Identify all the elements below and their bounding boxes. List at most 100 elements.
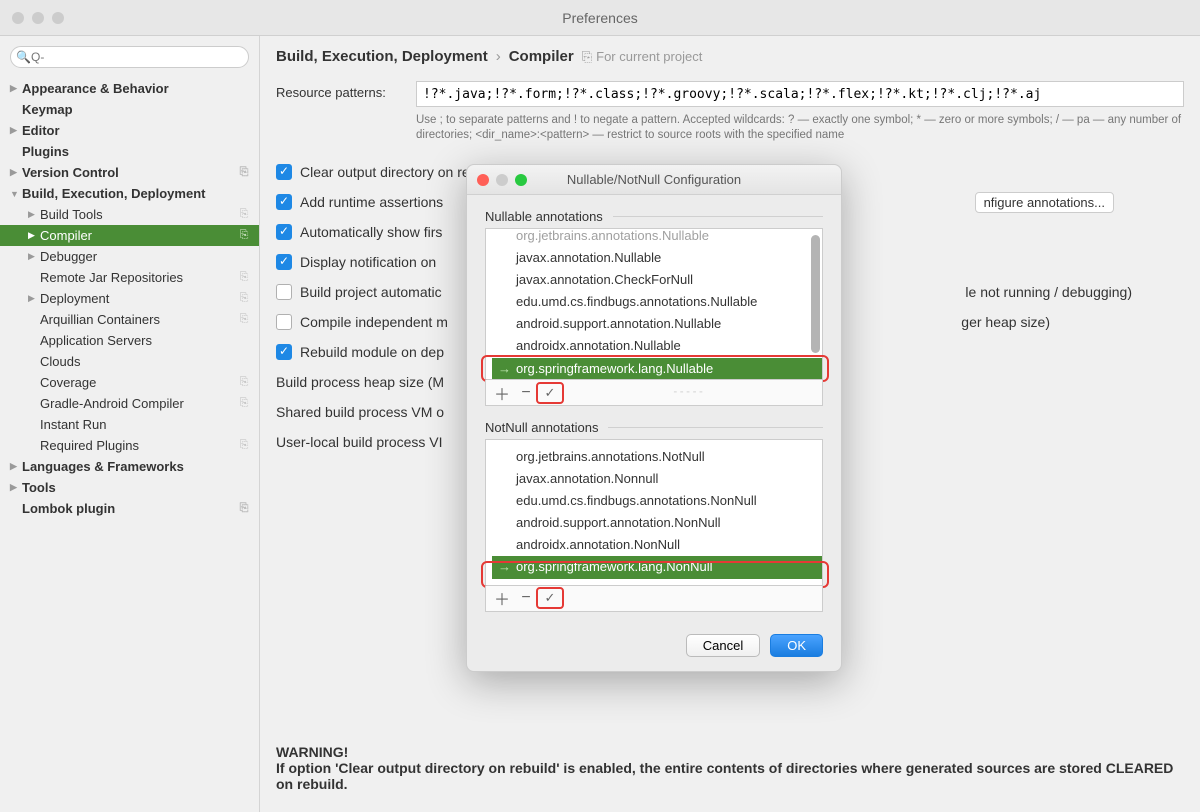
modal-close-icon[interactable] xyxy=(477,174,489,186)
sidebar-item-build-execution-deployment[interactable]: ▼Build, Execution, Deployment xyxy=(0,183,259,204)
close-window-icon[interactable] xyxy=(12,12,24,24)
chk-clear-output[interactable] xyxy=(276,164,292,180)
sidebar-item-label: Clouds xyxy=(40,354,80,369)
window-titlebar: Preferences xyxy=(0,0,1200,36)
sidebar-item-application-servers[interactable]: Application Servers xyxy=(0,330,259,351)
chk-display-notification[interactable] xyxy=(276,254,292,270)
list-item[interactable]: org.springframework.lang.Nullable xyxy=(492,358,822,380)
sidebar-item-build-tools[interactable]: ▶Build Tools ⎘ xyxy=(0,204,259,225)
notnull-toolbar: ＋ − ✓ xyxy=(485,586,823,612)
nullable-listbox[interactable]: org.jetbrains.annotations.Nullablejavax.… xyxy=(485,228,823,380)
list-item[interactable]: org.springframework.lang.NonNull xyxy=(492,556,822,578)
sidebar-item-gradle-android-compiler[interactable]: Gradle-Android Compiler⎘ xyxy=(0,393,259,414)
sidebar-item-debugger[interactable]: ▶Debugger xyxy=(0,246,259,267)
disclosure-icon: ▶ xyxy=(28,251,40,262)
warning-title: WARNING! xyxy=(276,744,348,760)
project-scope-icon: ⎘ xyxy=(237,208,251,222)
resource-label: Resource patterns: xyxy=(276,81,416,100)
configure-annotations-button[interactable]: nfigure annotations... xyxy=(975,192,1114,213)
sidebar: 🔍 ▶Appearance & BehaviorKeymap▶EditorPlu… xyxy=(0,36,260,812)
remove-button[interactable]: − xyxy=(514,383,538,403)
sidebar-item-remote-jar-repositories[interactable]: Remote Jar Repositories⎘ xyxy=(0,267,259,288)
list-item[interactable]: edu.umd.cs.findbugs.annotations.NonNull xyxy=(492,490,822,512)
modal-minimize-icon[interactable] xyxy=(496,174,508,186)
notnull-listbox[interactable]: org.jetbrains.annotations.NotNulljavax.a… xyxy=(485,439,823,586)
set-default-button[interactable]: ✓ xyxy=(538,383,562,403)
cancel-button[interactable]: Cancel xyxy=(686,634,760,657)
set-default-button[interactable]: ✓ xyxy=(538,588,562,608)
list-item[interactable]: javax.annotation.Nonnull xyxy=(492,468,822,490)
disclosure-icon: ▶ xyxy=(28,209,40,220)
sidebar-item-instant-run[interactable]: Instant Run xyxy=(0,414,259,435)
list-item[interactable]: org.jetbrains.annotations.Nullable xyxy=(492,228,822,247)
remove-button[interactable]: − xyxy=(514,588,538,608)
chk-runtime-assertions-label: Add runtime assertions xyxy=(300,194,443,210)
project-scope-icon: ⎘ xyxy=(237,166,251,180)
sidebar-item-label: Build Tools xyxy=(40,207,103,222)
list-item[interactable]: androidx.annotation.Nullable xyxy=(492,335,822,357)
bc-meta: ⎘ For current project xyxy=(582,49,703,65)
sidebar-item-label: Lombok plugin xyxy=(22,501,115,516)
sidebar-item-appearance-behavior[interactable]: ▶Appearance & Behavior xyxy=(0,78,259,99)
list-item[interactable]: androidx.annotation.NonNull xyxy=(492,534,822,556)
sidebar-item-label: Deployment xyxy=(40,291,109,306)
resizer-icon[interactable]: ╴╴╴╴╴ xyxy=(562,387,818,398)
resource-input[interactable] xyxy=(416,81,1184,107)
chk-display-notification-label: Display notification on xyxy=(300,254,436,270)
sidebar-item-label: Remote Jar Repositories xyxy=(40,270,183,285)
minimize-window-icon[interactable] xyxy=(32,12,44,24)
modal-zoom-icon[interactable] xyxy=(515,174,527,186)
chk-rebuild-module[interactable] xyxy=(276,344,292,360)
sidebar-item-required-plugins[interactable]: Required Plugins⎘ xyxy=(0,435,259,456)
search-input[interactable] xyxy=(10,46,249,68)
chk-auto-show[interactable] xyxy=(276,224,292,240)
list-item[interactable]: javax.annotation.CheckForNull xyxy=(492,269,822,291)
sidebar-item-label: Arquillian Containers xyxy=(40,312,160,327)
highlight-annotation-icon xyxy=(536,587,564,609)
sidebar-item-label: Gradle-Android Compiler xyxy=(40,396,184,411)
sidebar-item-clouds[interactable]: Clouds xyxy=(0,351,259,372)
chk-auto-show-label: Automatically show firs xyxy=(300,224,442,240)
project-scope-icon: ⎘ xyxy=(237,439,251,453)
sidebar-item-lombok-plugin[interactable]: Lombok plugin ⎘ xyxy=(0,498,259,519)
chk-runtime-assertions[interactable] xyxy=(276,194,292,210)
notnull-section-label: NotNull annotations xyxy=(485,420,823,435)
project-scope-icon: ⎘ xyxy=(237,502,251,516)
chk-build-project-tail: le not running / debugging) xyxy=(965,284,1132,300)
bc-current: Compiler xyxy=(509,48,574,65)
list-item[interactable]: org.jetbrains.annotations.NotNull xyxy=(492,446,822,468)
sidebar-item-arquillian-containers[interactable]: Arquillian Containers⎘ xyxy=(0,309,259,330)
sidebar-item-editor[interactable]: ▶Editor xyxy=(0,120,259,141)
chk-compile-independent[interactable] xyxy=(276,314,292,330)
ok-button[interactable]: OK xyxy=(770,634,823,657)
sidebar-item-label: Compiler xyxy=(40,228,92,243)
list-item[interactable]: android.support.annotation.Nullable xyxy=(492,313,822,335)
chevron-right-icon: › xyxy=(496,48,501,65)
sidebar-item-label: Coverage xyxy=(40,375,96,390)
window-traffic-lights xyxy=(0,12,64,24)
chk-compile-independent-tail: ger heap size) xyxy=(961,314,1050,330)
list-item[interactable]: edu.umd.cs.findbugs.annotations.Nullable xyxy=(492,291,822,313)
sidebar-item-deployment[interactable]: ▶Deployment⎘ xyxy=(0,288,259,309)
modal-title: Nullable/NotNull Configuration xyxy=(567,172,741,187)
sidebar-item-compiler[interactable]: ▶Compiler⎘ xyxy=(0,225,259,246)
disclosure-icon: ▶ xyxy=(10,167,22,178)
bc-root[interactable]: Build, Execution, Deployment xyxy=(276,48,488,65)
sidebar-item-tools[interactable]: ▶Tools xyxy=(0,477,259,498)
sidebar-item-coverage[interactable]: Coverage⎘ xyxy=(0,372,259,393)
zoom-window-icon[interactable] xyxy=(52,12,64,24)
sidebar-search-wrap: 🔍 xyxy=(0,46,259,78)
sidebar-item-languages-frameworks[interactable]: ▶Languages & Frameworks xyxy=(0,456,259,477)
sidebar-item-plugins[interactable]: Plugins xyxy=(0,141,259,162)
add-button[interactable]: ＋ xyxy=(490,588,514,608)
resource-hint: Use ; to separate patterns and ! to nega… xyxy=(276,113,1184,143)
list-item[interactable]: android.support.annotation.NonNull xyxy=(492,512,822,534)
list-item[interactable]: javax.annotation.Nullable xyxy=(492,247,822,269)
sidebar-item-label: Debugger xyxy=(40,249,97,264)
scrollbar-thumb[interactable] xyxy=(811,235,820,353)
sidebar-item-keymap[interactable]: Keymap xyxy=(0,99,259,120)
nullable-section-label: Nullable annotations xyxy=(485,209,823,224)
add-button[interactable]: ＋ xyxy=(490,383,514,403)
chk-build-project-auto[interactable] xyxy=(276,284,292,300)
sidebar-item-version-control[interactable]: ▶Version Control⎘ xyxy=(0,162,259,183)
